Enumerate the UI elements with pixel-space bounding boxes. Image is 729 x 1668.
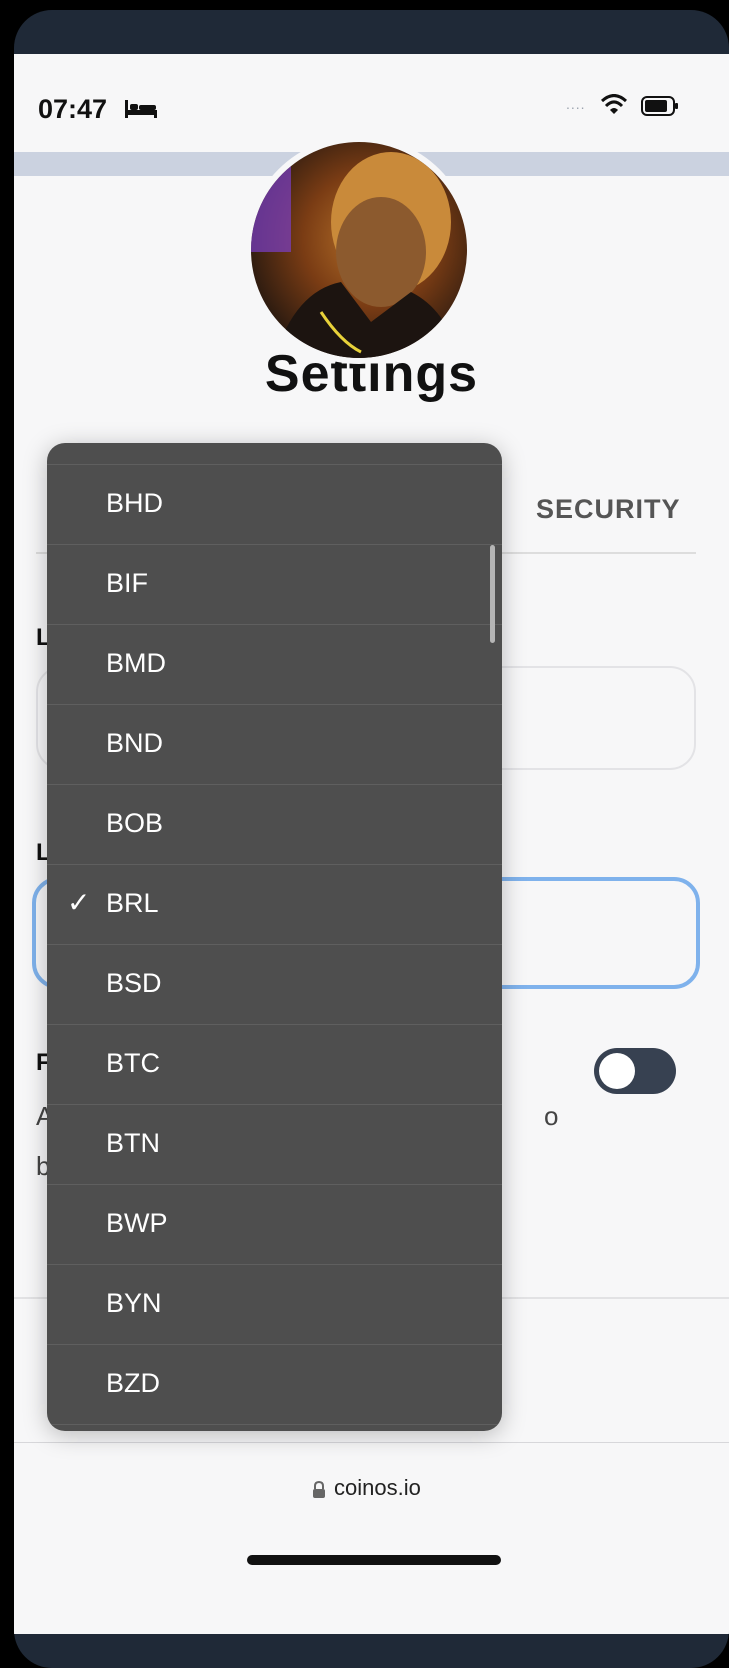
dropdown-option-label: BTN — [106, 1128, 160, 1158]
url-text[interactable]: coinos.io — [334, 1475, 421, 1501]
avatar[interactable] — [245, 136, 473, 364]
description-line-1-tail: o — [544, 1101, 559, 1131]
dropdown-option-btc[interactable]: BTC — [47, 1025, 502, 1105]
dropdown-option-bhd[interactable]: BHD — [47, 465, 502, 545]
dropdown-option-brl[interactable]: ✓ BRL — [47, 865, 502, 945]
dropdown-option-label: BZD — [106, 1368, 160, 1398]
dropdown-option-label: BYN — [106, 1288, 162, 1318]
dropdown-option-bmd[interactable]: BMD — [47, 625, 502, 705]
browser-address-bar[interactable]: coinos.io — [14, 1442, 729, 1634]
dropdown-option-label: BWP — [106, 1208, 168, 1238]
dropdown-option-byn[interactable]: BYN — [47, 1265, 502, 1345]
dropdown-option-bsd[interactable]: BSD — [47, 945, 502, 1025]
tab-security[interactable]: SECURITY — [536, 494, 681, 525]
phone-frame: 07:47 .... Settings SECURITY L L F A o b… — [14, 10, 729, 1668]
wifi-icon — [600, 94, 628, 114]
dropdown-option-label: BSD — [106, 968, 162, 998]
dropdown-option-label: BTC — [106, 1048, 160, 1078]
dropdown-option-bif[interactable]: BIF — [47, 545, 502, 625]
lock-icon — [313, 1481, 325, 1498]
checkmark-icon: ✓ — [67, 887, 91, 918]
currency-dropdown-menu[interactable]: BGN BHD BIF BMD BND BOB ✓ BRL BSD BTC BTN BWP BYN BZD — [47, 443, 502, 1431]
dropdown-option-bnd[interactable]: BND — [47, 705, 502, 785]
dropdown-option-bgn[interactable]: BGN — [47, 443, 502, 465]
toggle-switch[interactable] — [594, 1048, 676, 1094]
dropdown-option-btn[interactable]: BTN — [47, 1105, 502, 1185]
signal-dots: .... — [566, 96, 586, 112]
dropdown-option-label: BMD — [106, 648, 166, 678]
dropdown-option-label: BHD — [106, 488, 164, 518]
browser-screen: 07:47 .... Settings SECURITY L L F A o b… — [14, 54, 729, 1634]
dropdown-option-label: BIF — [106, 568, 149, 598]
dropdown-option-label: BRL — [106, 888, 159, 918]
dropdown-list: BGN BHD BIF BMD BND BOB ✓ BRL BSD BTC BTN BWP BYN BZD — [47, 443, 502, 1425]
battery-icon — [641, 96, 678, 116]
status-time: 07:47 — [38, 94, 108, 124]
dropdown-option-bob[interactable]: BOB — [47, 785, 502, 865]
avatar-portrait-image — [251, 142, 459, 358]
home-indicator[interactable] — [247, 1555, 501, 1565]
dropdown-option-label: BND — [106, 728, 164, 758]
dropdown-option-label: BOB — [106, 808, 164, 838]
bed-icon — [125, 100, 157, 118]
dropdown-option-bzd[interactable]: BZD — [47, 1345, 502, 1425]
dropdown-scrollbar[interactable] — [490, 545, 495, 643]
toggle-knob — [599, 1053, 635, 1089]
dropdown-option-bwp[interactable]: BWP — [47, 1185, 502, 1265]
